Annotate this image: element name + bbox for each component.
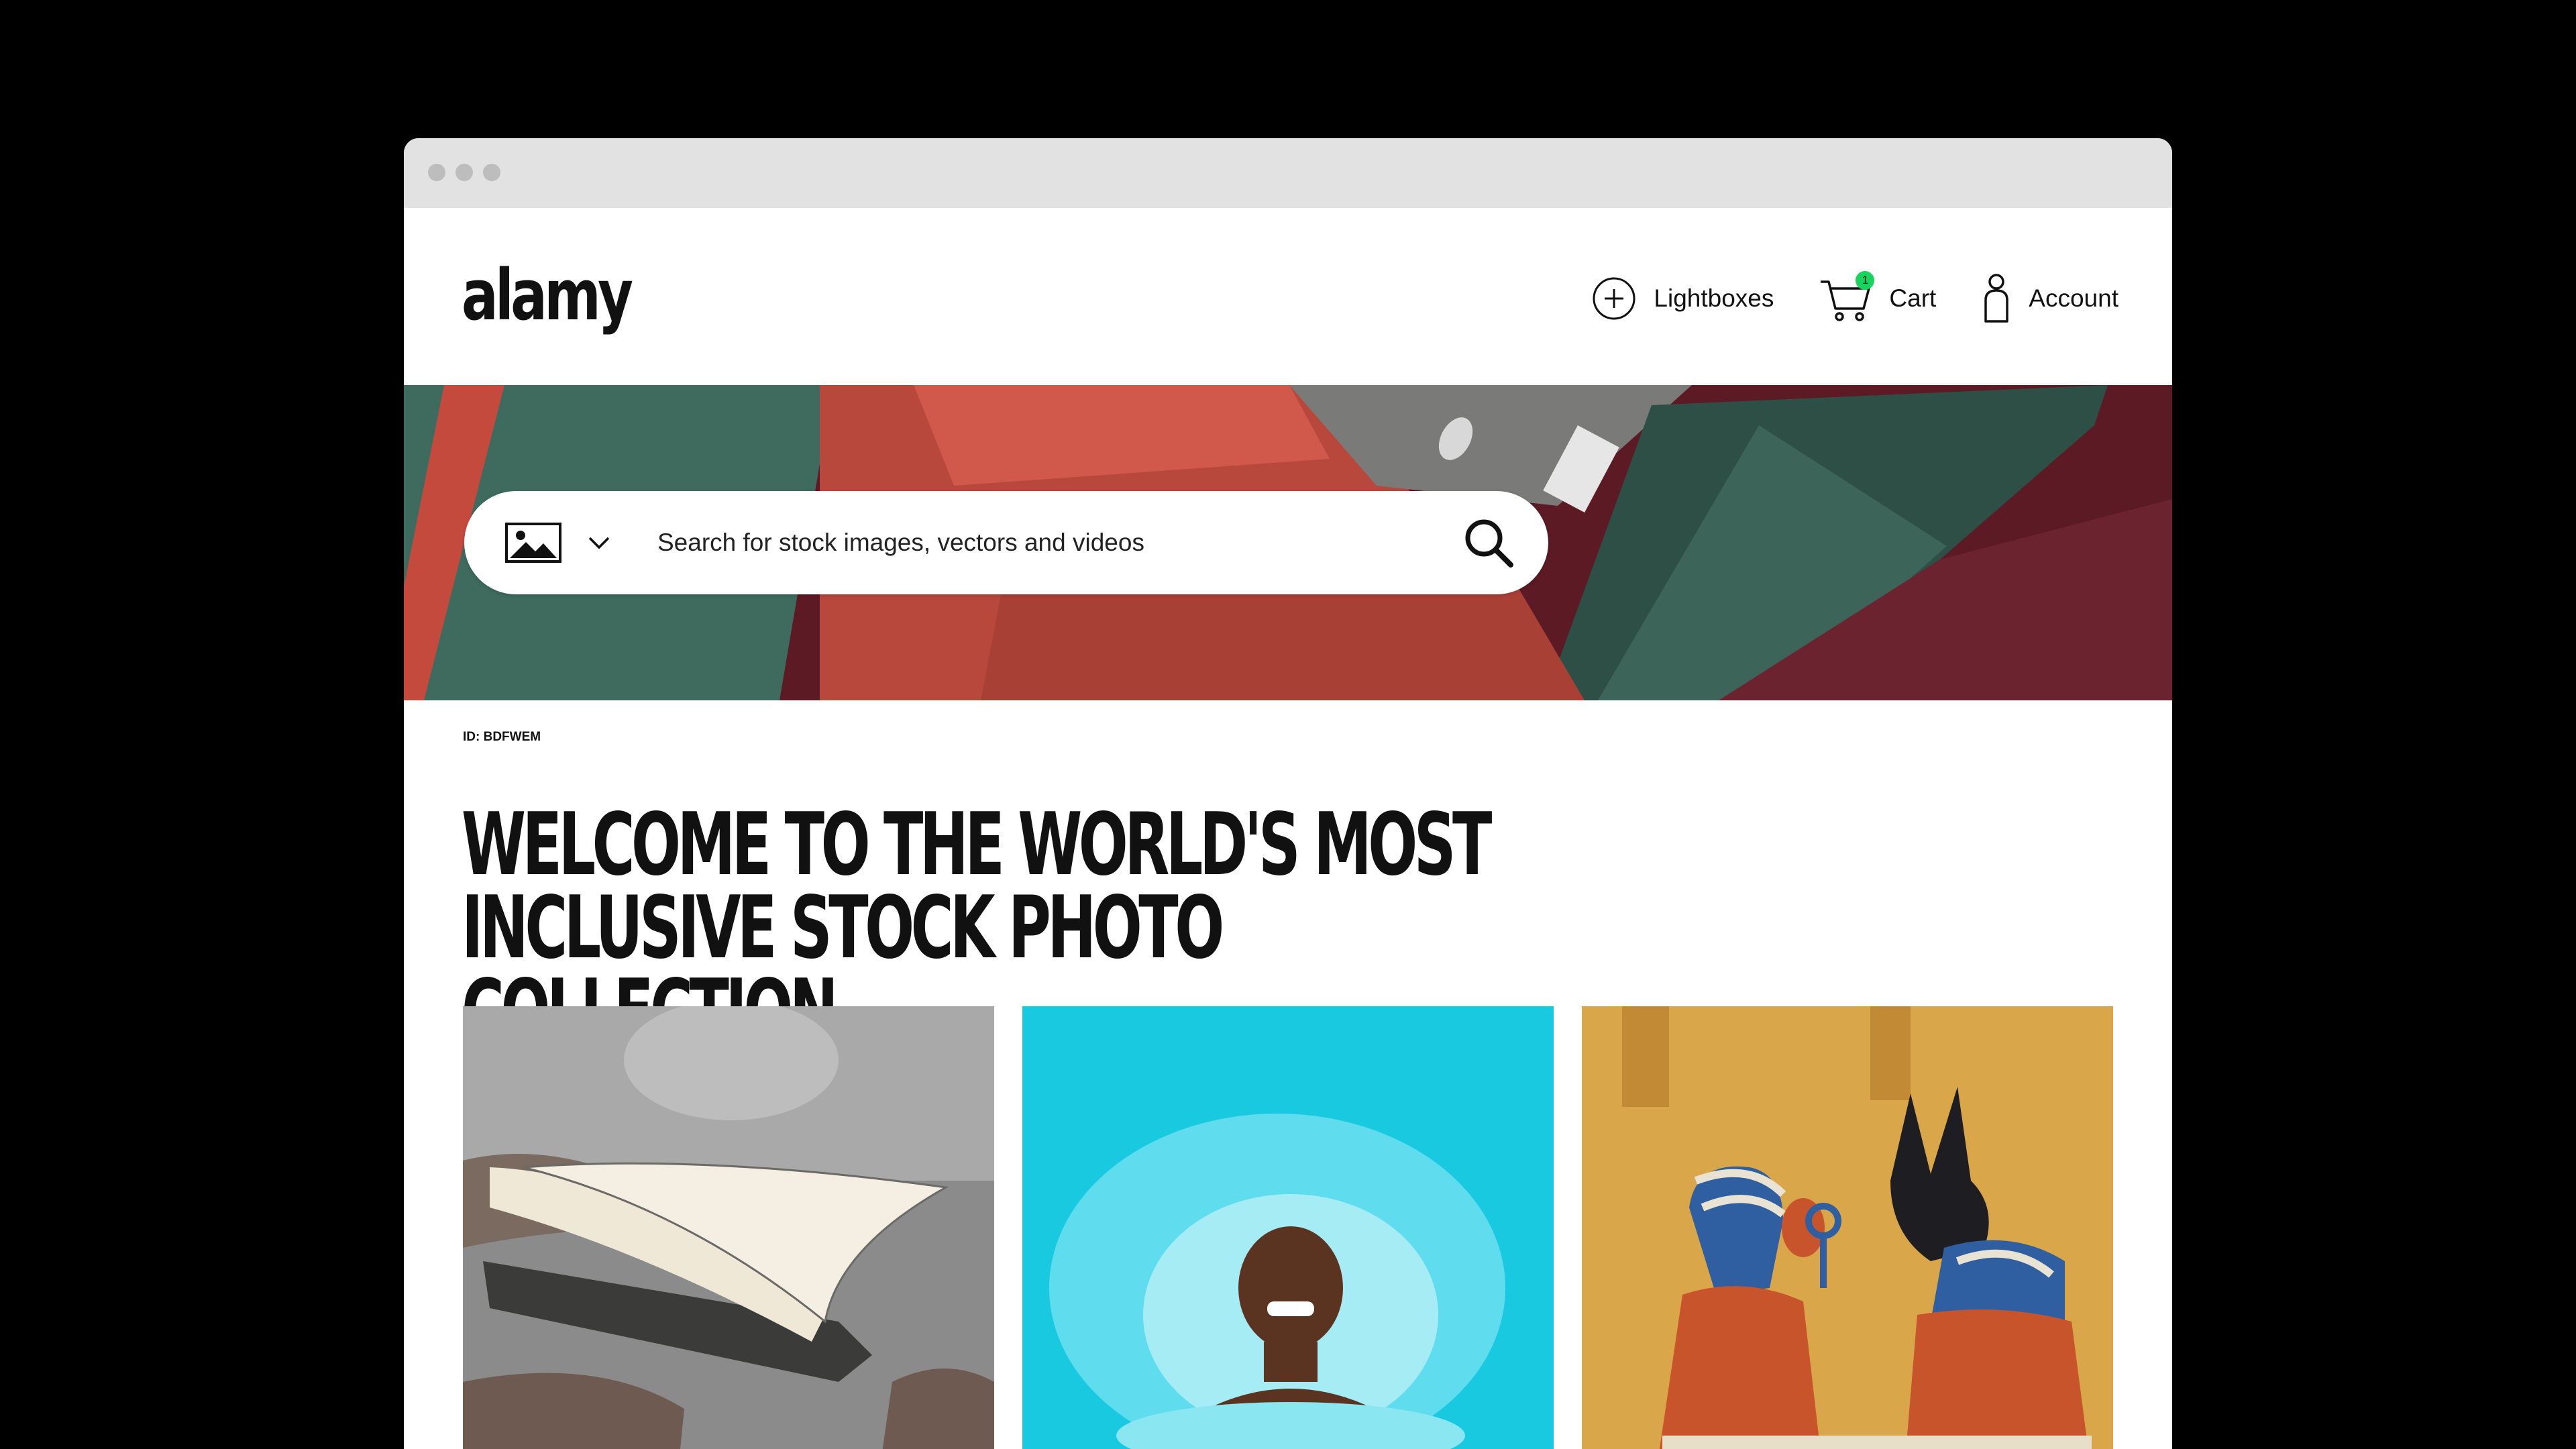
pool-photo	[1022, 1006, 1554, 1449]
lightboxes-label: Lightboxes	[1654, 284, 1774, 312]
book-photo	[463, 1006, 994, 1449]
egyptian-mural-photo	[1582, 1006, 2113, 1449]
site-header: alamy Lightboxes 1 Cart Account	[404, 208, 2172, 385]
search-bar	[464, 491, 1548, 594]
header-nav: Lightboxes 1 Cart Account	[1546, 271, 2118, 324]
hero-image-id: ID: BDFWEM	[463, 730, 541, 744]
person-icon	[1984, 274, 2009, 323]
headline-line-1: Welcome to the world's most	[462, 795, 1492, 895]
image-icon	[505, 523, 561, 563]
media-type-selector[interactable]	[504, 522, 610, 564]
browser-titlebar	[404, 138, 2172, 208]
search-icon[interactable]	[1464, 518, 1515, 569]
account-label: Account	[2029, 284, 2118, 312]
account-link[interactable]: Account	[1982, 273, 2118, 324]
chevron-down-icon	[588, 537, 610, 549]
plus-circle-icon	[1593, 277, 1635, 320]
window-maximize-dot[interactable]	[483, 164, 500, 181]
image-tile-pool[interactable]	[1022, 1006, 1554, 1449]
window-close-dot[interactable]	[428, 164, 445, 181]
cart-label: Cart	[1889, 284, 1937, 312]
hero-banner	[404, 385, 2172, 700]
search-input[interactable]	[656, 528, 1437, 557]
cart-icon-wrap: 1	[1819, 271, 1889, 322]
cart-link[interactable]: 1 Cart	[1819, 271, 1937, 322]
alamy-logo[interactable]: alamy	[462, 260, 633, 330]
featured-images	[463, 1006, 2141, 1449]
image-tile-egyptian-mural[interactable]	[1582, 1006, 2113, 1449]
browser-window: alamy Lightboxes 1 Cart Account Search f…	[404, 138, 2172, 1449]
lightboxes-link[interactable]: Lightboxes	[1592, 276, 1774, 321]
image-tile-book[interactable]	[463, 1006, 994, 1449]
window-minimize-dot[interactable]	[455, 164, 473, 181]
